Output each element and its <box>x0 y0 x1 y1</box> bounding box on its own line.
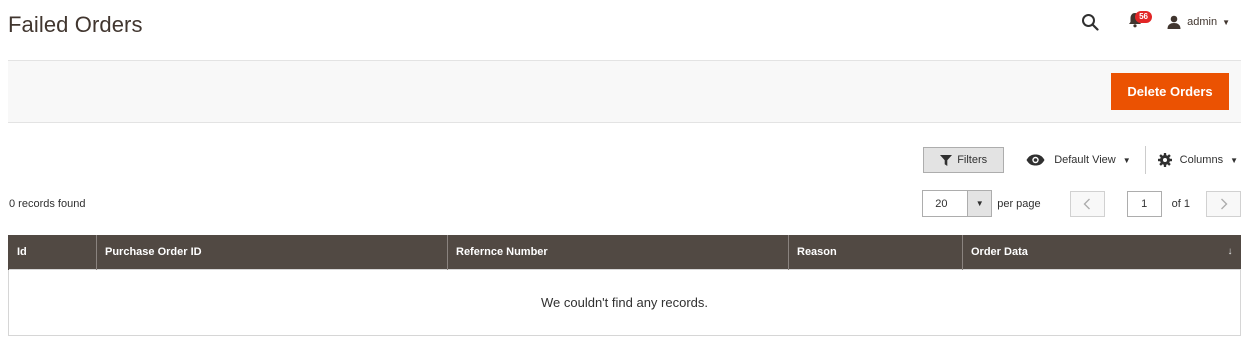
chevron-down-icon: ▼ <box>1230 155 1238 165</box>
chevron-down-icon[interactable]: ▼ <box>967 191 992 216</box>
view-switcher[interactable]: Default View ▼ <box>1026 154 1144 166</box>
filters-button[interactable]: Filters <box>923 147 1005 173</box>
search-icon[interactable] <box>1077 9 1103 35</box>
previous-page-button[interactable] <box>1069 190 1105 217</box>
chevron-right-icon <box>1220 198 1227 209</box>
sort-arrow-icon: ↓ <box>1227 245 1233 257</box>
pagination: 20 ▼ per page of 1 <box>922 190 1241 217</box>
notifications-button[interactable]: 56 <box>1125 9 1153 35</box>
filters-label: Filters <box>957 154 988 166</box>
notification-count-badge: 56 <box>1135 11 1153 23</box>
view-label: Default View <box>1054 154 1116 166</box>
header-actions: 56 admin ▼ <box>1077 8 1230 36</box>
grid-header-row: Id Purchase Order ID Refernce Number Rea… <box>8 235 1241 269</box>
user-menu[interactable]: admin ▼ <box>1167 15 1230 29</box>
chevron-down-icon: ▼ <box>1222 17 1230 27</box>
orders-grid: Id Purchase Order ID Refernce Number Rea… <box>8 235 1241 336</box>
grid-toolbar: Filters Default View ▼ Columns ▼ <box>923 146 1238 174</box>
delete-orders-button[interactable]: Delete Orders <box>1111 73 1229 110</box>
toolbar-divider <box>1144 146 1146 174</box>
per-page-select[interactable]: 20 ▼ <box>922 190 993 217</box>
chevron-down-icon: ▼ <box>1122 155 1131 165</box>
records-found: 0 records found <box>9 198 86 210</box>
total-pages-label: of 1 <box>1171 197 1190 210</box>
chevron-left-icon <box>1083 198 1091 209</box>
next-page-button[interactable] <box>1206 190 1241 217</box>
gear-icon <box>1157 153 1172 167</box>
user-icon <box>1167 15 1181 29</box>
page-number-input[interactable] <box>1126 190 1162 217</box>
columns-label: Columns <box>1179 154 1224 166</box>
column-header-id[interactable]: Id <box>8 235 97 269</box>
user-name: admin <box>1187 16 1218 28</box>
column-header-order-data[interactable]: Order Data ↓ <box>962 235 1241 269</box>
columns-control[interactable]: Columns ▼ <box>1157 153 1238 167</box>
column-header-purchase-order-id[interactable]: Purchase Order ID <box>96 235 448 269</box>
per-page-value: 20 <box>935 197 948 210</box>
page-title: Failed Orders <box>8 12 143 37</box>
eye-icon <box>1026 154 1045 166</box>
empty-message: We couldn't find any records. <box>8 268 1241 336</box>
empty-row: We couldn't find any records. <box>8 268 1241 336</box>
page-actions-bar: Delete Orders <box>8 60 1241 123</box>
filter-icon <box>940 154 953 166</box>
column-header-reference-number[interactable]: Refernce Number <box>447 235 789 269</box>
column-header-reason[interactable]: Reason <box>788 235 963 269</box>
per-page-label: per page <box>997 197 1041 210</box>
